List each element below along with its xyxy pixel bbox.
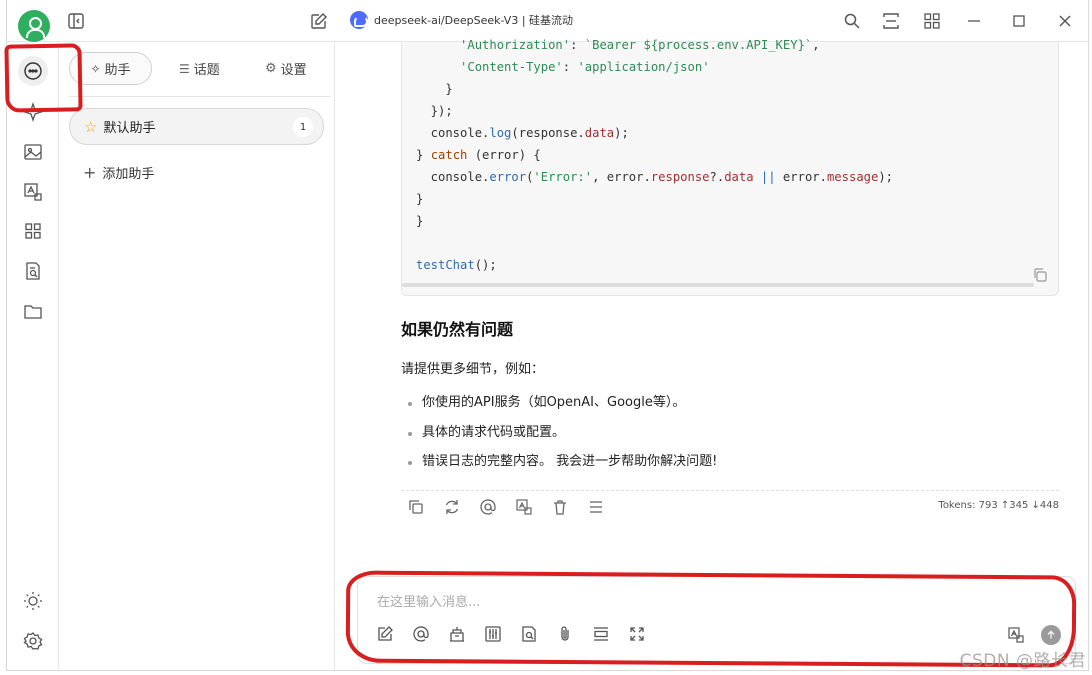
tab-label: 助手 <box>104 63 131 78</box>
translate-icon[interactable] <box>1007 626 1025 644</box>
fit-width-icon[interactable] <box>882 12 900 30</box>
tab-label: 话题 <box>193 63 220 78</box>
chat-area: 'Authorization': `Bearer ${process.env.A… <box>335 38 1088 670</box>
code-line: }); <box>416 104 453 118</box>
send-icon[interactable] <box>1041 625 1061 645</box>
tab-settings[interactable]: ⚙ 设置 <box>265 52 307 85</box>
sparkle-icon[interactable] <box>21 100 45 124</box>
panel-tabs: ✧ 助手 ☰ 话题 ⚙ 设置 <box>69 52 329 86</box>
code-scrollbar[interactable] <box>402 283 1034 287</box>
close-icon[interactable] <box>1056 12 1074 30</box>
apps-icon[interactable] <box>21 219 45 243</box>
message-heading: 如果仍然有问题 <box>401 320 514 339</box>
code-line: } <box>416 214 424 228</box>
mention-icon[interactable] <box>412 625 430 643</box>
code-line: console.log(response.data); <box>416 126 629 140</box>
chat-bubble-icon[interactable] <box>18 56 48 86</box>
translate-icon[interactable] <box>515 498 533 516</box>
delete-icon[interactable] <box>551 498 569 516</box>
add-assistant-button[interactable]: + 添加助手 <box>83 163 154 182</box>
knowledge-base-icon[interactable] <box>448 625 466 643</box>
gear-icon: ⚙ <box>265 61 277 76</box>
code-line: 'Authorization': `Bearer ${process.env.A… <box>460 38 820 52</box>
new-chat-icon[interactable] <box>310 12 328 30</box>
assistant-item[interactable]: ☆ 默认助手 1 <box>69 108 324 145</box>
message-intro: 请提供更多细节，例如： <box>401 362 545 377</box>
code-line: testChat(); <box>416 258 497 272</box>
watermark: CSDN @路长君 <box>959 651 1086 671</box>
input-toolbar <box>376 625 646 643</box>
sidebar-toggle-icon[interactable] <box>67 12 85 30</box>
divider <box>69 96 331 97</box>
tab-topics[interactable]: ☰ 话题 <box>179 52 220 85</box>
folder-icon[interactable] <box>21 299 45 323</box>
list-item: 你使用的API服务（如OpenAI、Google等）。 <box>405 394 717 424</box>
code-line: 'Content-Type': 'application/json' <box>460 60 710 74</box>
regenerate-icon[interactable] <box>443 498 461 516</box>
list-icon: ☰ <box>179 61 190 76</box>
list-item: 具体的请求代码或配置。 <box>405 424 717 454</box>
new-topic-icon[interactable] <box>376 625 394 643</box>
assistant-panel: ✧ 助手 ☰ 话题 ⚙ 设置 ☆ 默认助手 1 + 添加助手 <box>59 42 335 670</box>
window-title: deepseek-ai/DeepSeek-V3 | 硅基流动 <box>350 11 573 29</box>
nav-rail <box>7 42 59 670</box>
attachment-icon[interactable] <box>556 625 574 643</box>
message-input[interactable]: 在这里输入消息... <box>377 591 480 610</box>
token-count: Tokens: 793 ↑345 ↓448 <box>938 500 1059 511</box>
star-icon: ☆ <box>84 117 98 136</box>
user-avatar-icon[interactable] <box>18 10 50 42</box>
translate-icon[interactable] <box>21 180 45 204</box>
deepseek-logo-icon <box>350 11 368 29</box>
mention-icon[interactable] <box>479 498 497 516</box>
list-item: 错误日志的完整内容。 我会进一步帮助你解决问题! <box>405 453 717 483</box>
copy-icon[interactable] <box>407 498 425 516</box>
input-actions <box>1007 625 1061 645</box>
file-search-icon[interactable] <box>21 259 45 283</box>
settings-gear-icon[interactable] <box>21 629 45 653</box>
add-assistant-label: 添加助手 <box>102 167 155 182</box>
code-line: } catch (error) { <box>416 148 541 162</box>
tab-label: 设置 <box>280 63 307 78</box>
code-line: console.error('Error:', error.response?.… <box>416 170 894 184</box>
code-line: } <box>416 82 453 96</box>
code-block: 'Authorization': `Bearer ${process.env.A… <box>401 38 1059 296</box>
expand-icon[interactable] <box>628 625 646 643</box>
grid-icon[interactable] <box>923 12 941 30</box>
divider <box>401 490 1059 491</box>
maximize-icon[interactable] <box>1010 12 1028 30</box>
code-line: } <box>416 192 424 206</box>
clear-icon[interactable] <box>592 625 610 643</box>
message-bullets: 你使用的API服务（如OpenAI、Google等）。 具体的请求代码或配置。 … <box>405 394 717 483</box>
sparkle-icon: ✧ <box>90 61 101 76</box>
code-content: 'Authorization': `Bearer ${process.env.A… <box>416 34 893 276</box>
params-icon[interactable] <box>484 625 502 643</box>
minimize-icon[interactable] <box>965 12 983 30</box>
app-window: deepseek-ai/DeepSeek-V3 | 硅基流动 ✧ 助手 ☰ 话题… <box>6 0 1089 671</box>
image-icon[interactable] <box>21 140 45 164</box>
plus-icon: + <box>83 163 97 182</box>
topic-count-badge: 1 <box>293 117 313 137</box>
sun-icon[interactable] <box>21 589 45 613</box>
web-search-icon[interactable] <box>520 625 538 643</box>
tab-assistants[interactable]: ✧ 助手 <box>69 52 152 85</box>
message-actions <box>407 498 605 516</box>
window-title-text: deepseek-ai/DeepSeek-V3 | 硅基流动 <box>374 14 574 27</box>
assistant-name: 默认助手 <box>103 121 156 136</box>
copy-code-icon[interactable] <box>1032 267 1048 283</box>
menu-icon[interactable] <box>587 498 605 516</box>
search-icon[interactable] <box>843 12 861 30</box>
